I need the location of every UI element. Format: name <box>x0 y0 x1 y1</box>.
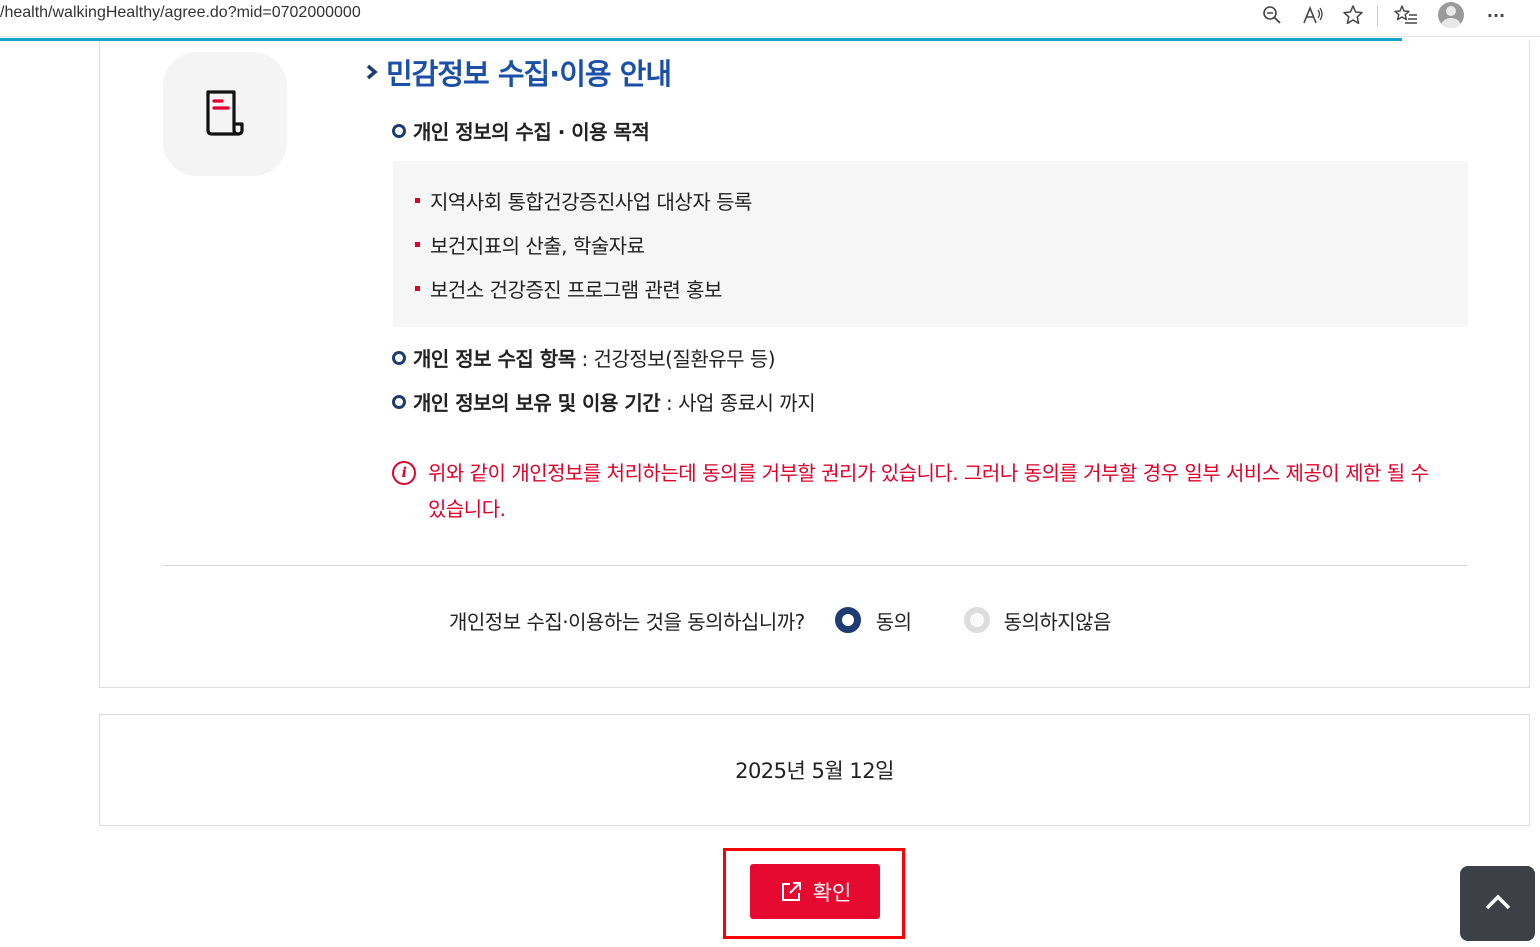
address-bar-url[interactable]: /health/walkingHealthy/agree.do?mid=0702… <box>0 4 361 22</box>
chevron-up-icon <box>1484 893 1512 915</box>
refusal-notice: i 위와 같이 개인정보를 처리하는데 동의를 거부할 권리가 있습니다. 그러… <box>392 455 1452 527</box>
collected-items-row: 개인 정보 수집 항목 : 건강정보(질환유무 등) <box>392 343 776 372</box>
square-bullet-icon <box>415 286 420 291</box>
ring-bullet-icon <box>392 394 406 409</box>
collected-items-label: 개인 정보 수집 항목 <box>413 347 576 371</box>
ring-bullet-icon <box>392 123 406 138</box>
square-bullet-icon <box>415 198 420 203</box>
profile-avatar-icon[interactable] <box>1438 2 1464 28</box>
ring-bullet-icon <box>392 350 406 365</box>
info-icon: i <box>392 461 416 485</box>
retention-period-value: : 사업 종료시 까지 <box>660 391 816 415</box>
zoom-icon[interactable] <box>1259 2 1285 28</box>
purpose-item-text: 보건지표의 산출, 학술자료 <box>430 234 645 258</box>
read-aloud-icon[interactable] <box>1300 2 1326 28</box>
favorites-list-icon[interactable] <box>1393 2 1419 28</box>
more-menu-icon[interactable]: ··· <box>1483 2 1509 28</box>
document-icon-box <box>163 52 287 176</box>
section-title: 민감정보 수집·이용 안내 <box>366 52 672 92</box>
consent-question-row: 개인정보 수집·이용하는 것을 동의하십니까? 동의 동의하지않음 <box>449 600 1111 640</box>
browser-toolbar: /health/walkingHealthy/agree.do?mid=0702… <box>0 0 1540 37</box>
scroll-to-top-button[interactable] <box>1460 866 1535 941</box>
section-title-text: 민감정보 수집·이용 안내 <box>386 57 672 91</box>
external-link-icon <box>779 880 803 904</box>
collected-items-value: : 건강정보(질환유무 등) <box>575 347 776 371</box>
purpose-heading: 개인 정보의 수집 · 이용 목적 <box>392 116 650 145</box>
divider <box>163 565 1468 566</box>
list-item: 지역사회 통합건강증진사업 대상자 등록 <box>415 186 752 215</box>
consent-panel <box>99 41 1530 688</box>
document-scroll-icon <box>200 86 250 142</box>
purpose-heading-text: 개인 정보의 수집 · 이용 목적 <box>413 120 650 144</box>
agree-option[interactable]: 동의 <box>834 606 912 635</box>
disagree-label[interactable]: 동의하지않음 <box>1004 606 1112 635</box>
retention-period-row: 개인 정보의 보유 및 이용 기간 : 사업 종료시 까지 <box>392 387 816 416</box>
confirm-label: 확인 <box>812 880 852 905</box>
favorite-star-icon[interactable] <box>1340 2 1366 28</box>
retention-period-label: 개인 정보의 보유 및 이용 기간 <box>413 391 661 415</box>
date-panel: 2025년 5월 12일 <box>99 714 1530 826</box>
disagree-radio[interactable] <box>963 607 990 633</box>
purpose-list-box: 지역사회 통합건강증진사업 대상자 등록 보건지표의 산출, 학술자료 보건소 … <box>393 161 1468 327</box>
list-item: 보건소 건강증진 프로그램 관련 홍보 <box>415 274 722 303</box>
chevron-right-icon <box>366 61 378 86</box>
consent-question: 개인정보 수집·이용하는 것을 동의하십니까? <box>449 609 805 634</box>
square-bullet-icon <box>415 242 420 247</box>
refusal-notice-text: 위와 같이 개인정보를 처리하는데 동의를 거부할 권리가 있습니다. 그러나 … <box>428 461 1429 521</box>
purpose-item-text: 보건소 건강증진 프로그램 관련 홍보 <box>430 278 722 302</box>
agree-label[interactable]: 동의 <box>876 606 912 635</box>
confirm-button[interactable]: 확인 <box>750 864 880 919</box>
toolbar-separator <box>1377 6 1378 26</box>
purpose-item-text: 지역사회 통합건강증진사업 대상자 등록 <box>430 190 752 214</box>
list-item: 보건지표의 산출, 학술자료 <box>415 230 645 259</box>
disagree-option[interactable]: 동의하지않음 <box>963 606 1112 635</box>
consent-date: 2025년 5월 12일 <box>735 759 894 783</box>
agree-radio[interactable] <box>834 607 861 633</box>
